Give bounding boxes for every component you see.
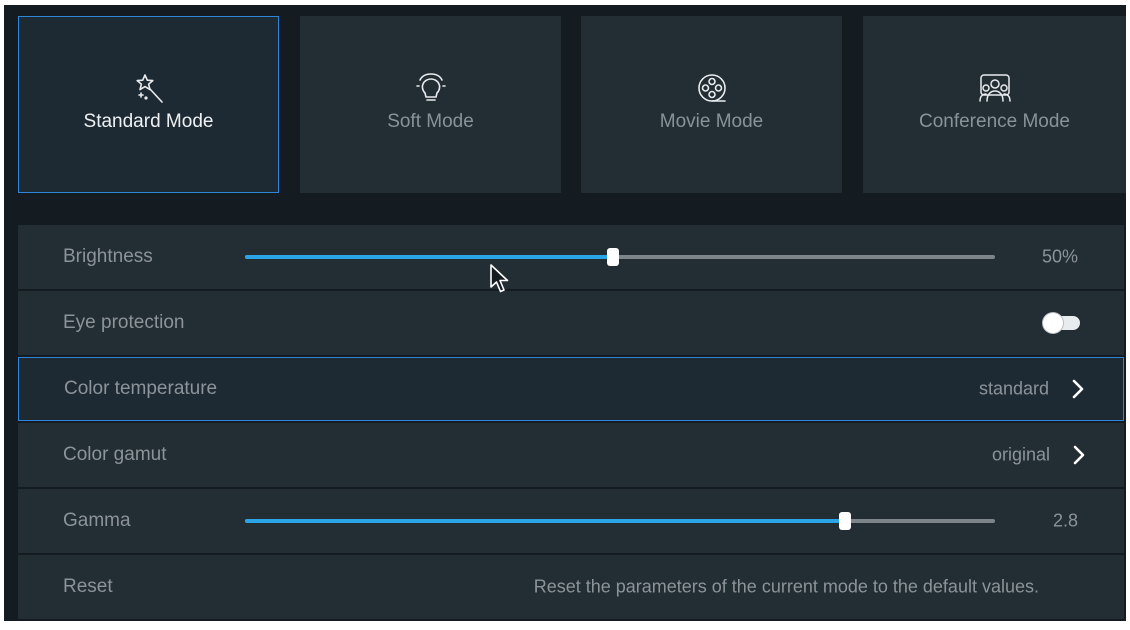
color-gamut-label: Color gamut <box>63 444 167 465</box>
brightness-label: Brightness <box>63 246 153 267</box>
eye-protection-toggle-knob <box>1043 313 1063 333</box>
reset-label: Reset <box>63 576 113 597</box>
eye-protection-toggle[interactable] <box>1043 313 1080 333</box>
picture-settings-panel: Standard Mode Soft Mode Movie Mode Confe… <box>4 5 1126 621</box>
color-gamut-row[interactable]: Color gamut original <box>18 423 1124 487</box>
conference-people-icon <box>978 73 1011 102</box>
film-reel-icon <box>697 73 726 102</box>
gamma-row: Gamma 2.8 <box>18 489 1124 553</box>
brightness-value: 50% <box>1041 246 1078 267</box>
mode-label-conference: Conference Mode <box>918 110 1071 132</box>
gamma-value: 2.8 <box>1052 510 1078 531</box>
mode-label-movie: Movie Mode <box>659 110 764 132</box>
eye-protection-label: Eye protection <box>63 312 185 333</box>
eye-protection-row: Eye protection <box>18 291 1124 355</box>
mode-card-conference[interactable]: Conference Mode <box>863 16 1126 193</box>
chevron-right-icon <box>1073 445 1085 465</box>
mode-label-soft: Soft Mode <box>387 110 474 132</box>
gamma-label: Gamma <box>63 510 131 531</box>
mode-card-soft[interactable]: Soft Mode <box>300 16 561 193</box>
color-temperature-label: Color temperature <box>64 378 218 399</box>
mode-label-standard: Standard Mode <box>83 110 214 132</box>
mouse-pointer-icon <box>490 264 509 293</box>
color-gamut-value: original <box>991 444 1050 465</box>
brightness-row: Brightness 50% <box>18 225 1124 289</box>
brightness-slider[interactable] <box>245 248 995 266</box>
mode-card-movie[interactable]: Movie Mode <box>581 16 842 193</box>
brightness-slider-fill <box>245 255 613 259</box>
gamma-slider-thumb[interactable] <box>839 512 851 530</box>
lightbulb-icon <box>415 72 446 101</box>
magic-wand-icon <box>135 73 163 103</box>
color-temperature-row[interactable]: Color temperature standard <box>18 357 1124 421</box>
reset-row[interactable]: Reset Reset the parameters of the curren… <box>18 555 1124 619</box>
chevron-right-icon <box>1072 379 1084 399</box>
brightness-slider-thumb[interactable] <box>606 248 619 266</box>
gamma-slider[interactable] <box>245 512 995 530</box>
reset-description: Reset the parameters of the current mode… <box>533 576 1039 597</box>
mode-card-standard[interactable]: Standard Mode <box>18 16 279 193</box>
color-temperature-value: standard <box>978 378 1049 399</box>
gamma-slider-fill <box>245 519 845 523</box>
